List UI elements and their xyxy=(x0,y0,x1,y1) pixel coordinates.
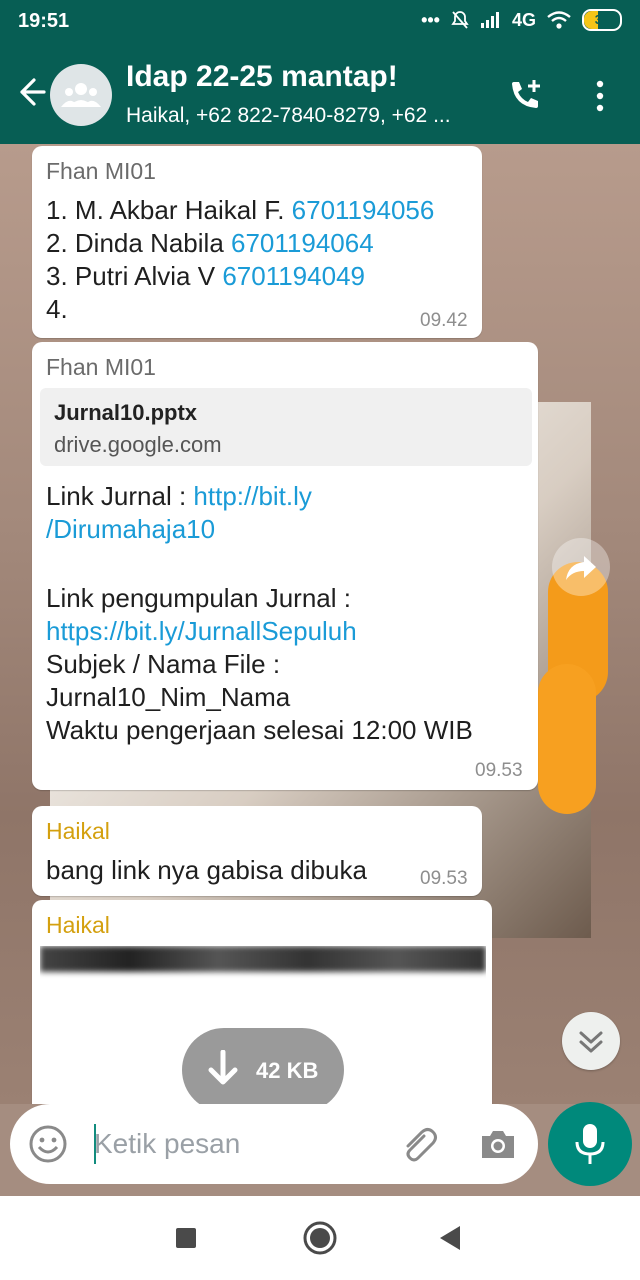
back-arrow-icon[interactable] xyxy=(12,74,48,110)
voice-message-button[interactable] xyxy=(548,1102,632,1186)
double-chevron-down-icon xyxy=(579,1031,603,1053)
message-line: 2. Dinda Nabila 6701194064 xyxy=(46,228,374,258)
battery-icon: 31 xyxy=(582,9,622,31)
blurred-image-strip xyxy=(40,946,486,972)
bell-off-icon xyxy=(451,11,469,29)
battery-level: 31 xyxy=(594,12,610,27)
network-type: 4G xyxy=(511,9,536,30)
message-time: 09.53 xyxy=(420,868,468,889)
background-orange-shape xyxy=(538,664,596,814)
message-line: Jurnal10_Nim_Nama xyxy=(46,682,291,712)
jurnal-link-continued[interactable]: /Dirumahaja10 xyxy=(46,513,215,546)
status-bar: 19:51 ••• 4G 31 xyxy=(0,0,640,44)
download-arrow-icon xyxy=(208,1050,238,1085)
status-time: 19:51 xyxy=(18,10,70,32)
phone-number-link[interactable]: 6701194056 xyxy=(292,195,435,225)
wifi-icon xyxy=(547,11,571,29)
forward-button[interactable] xyxy=(552,538,610,596)
system-nav-bar xyxy=(0,1196,640,1280)
jurnal-link[interactable]: http://bit.ly xyxy=(193,481,312,511)
message-input-bar: Ketik pesan xyxy=(10,1104,538,1184)
message-text: bang link nya gabisa dibuka xyxy=(46,855,367,885)
attach-icon[interactable] xyxy=(398,1124,442,1164)
add-call-icon[interactable] xyxy=(506,76,546,116)
group-avatar[interactable] xyxy=(50,64,112,126)
message-sender: Fhan MI01 xyxy=(46,354,156,380)
back-triangle-icon[interactable] xyxy=(438,1224,462,1252)
emoji-icon[interactable] xyxy=(28,1124,68,1164)
chat-header: Idap 22-25 mantap! Haikal, +62 822-7840-… xyxy=(0,44,640,144)
message-time: 09.53 xyxy=(475,760,523,781)
phone-number-link[interactable]: 6701194049 xyxy=(222,261,365,291)
message-line: 3. Putri Alvia V 6701194049 xyxy=(46,261,365,291)
scroll-to-bottom-button[interactable] xyxy=(562,1012,620,1070)
message-line: Link Jurnal : http://bit.ly xyxy=(46,481,312,511)
phone-number-link[interactable]: 6701194064 xyxy=(231,228,374,258)
status-icons: ••• 4G 31 xyxy=(421,9,622,31)
message-input[interactable]: Ketik pesan xyxy=(94,1128,240,1160)
group-icon xyxy=(61,83,101,107)
message-line: Subjek / Nama File : xyxy=(46,649,281,679)
download-size: 42 KB xyxy=(256,1058,319,1083)
link-preview-domain: drive.google.com xyxy=(54,432,222,457)
overflow-menu-icon[interactable] xyxy=(588,78,612,114)
chat-area[interactable]: Fhan MI01 1. M. Akbar Haikal F. 67011940… xyxy=(0,144,640,1104)
forward-icon xyxy=(566,556,596,580)
message-sender: Fhan MI01 xyxy=(46,158,156,184)
camera-icon[interactable] xyxy=(478,1126,518,1162)
chat-title[interactable]: Idap 22-25 mantap! xyxy=(126,60,398,94)
message-bubble[interactable]: Fhan MI01 Jurnal10.pptx drive.google.com… xyxy=(32,342,538,790)
message-line: 4. xyxy=(46,294,68,324)
message-bubble[interactable]: Fhan MI01 1. M. Akbar Haikal F. 67011940… xyxy=(32,146,482,338)
message-bubble[interactable]: Haikal 42 KB xyxy=(32,900,492,1104)
message-time: 09.42 xyxy=(420,310,468,331)
more-dots-icon: ••• xyxy=(421,9,440,30)
link-preview-title: Jurnal10.pptx xyxy=(54,400,198,425)
home-circle-icon[interactable] xyxy=(302,1220,338,1256)
link-preview[interactable]: Jurnal10.pptx drive.google.com xyxy=(40,388,532,466)
signal-icon xyxy=(480,12,499,28)
collect-link[interactable]: https://bit.ly/JurnallSepuluh xyxy=(46,615,357,648)
message-line: Link pengumpulan Jurnal : xyxy=(46,583,351,613)
mic-icon xyxy=(575,1124,605,1164)
message-bubble[interactable]: Haikal bang link nya gabisa dibuka 09.53 xyxy=(32,806,482,896)
message-sender: Haikal xyxy=(46,912,110,938)
chat-participants[interactable]: Haikal, +62 822-7840-8279, +62 ... xyxy=(126,104,486,128)
download-button[interactable]: 42 KB xyxy=(182,1028,344,1104)
message-line: Waktu pengerjaan selesai 12:00 WIB xyxy=(46,715,473,745)
message-line: 1. M. Akbar Haikal F. 6701194056 xyxy=(46,195,435,225)
message-sender: Haikal xyxy=(46,818,110,844)
recents-square-icon[interactable] xyxy=(174,1226,198,1250)
